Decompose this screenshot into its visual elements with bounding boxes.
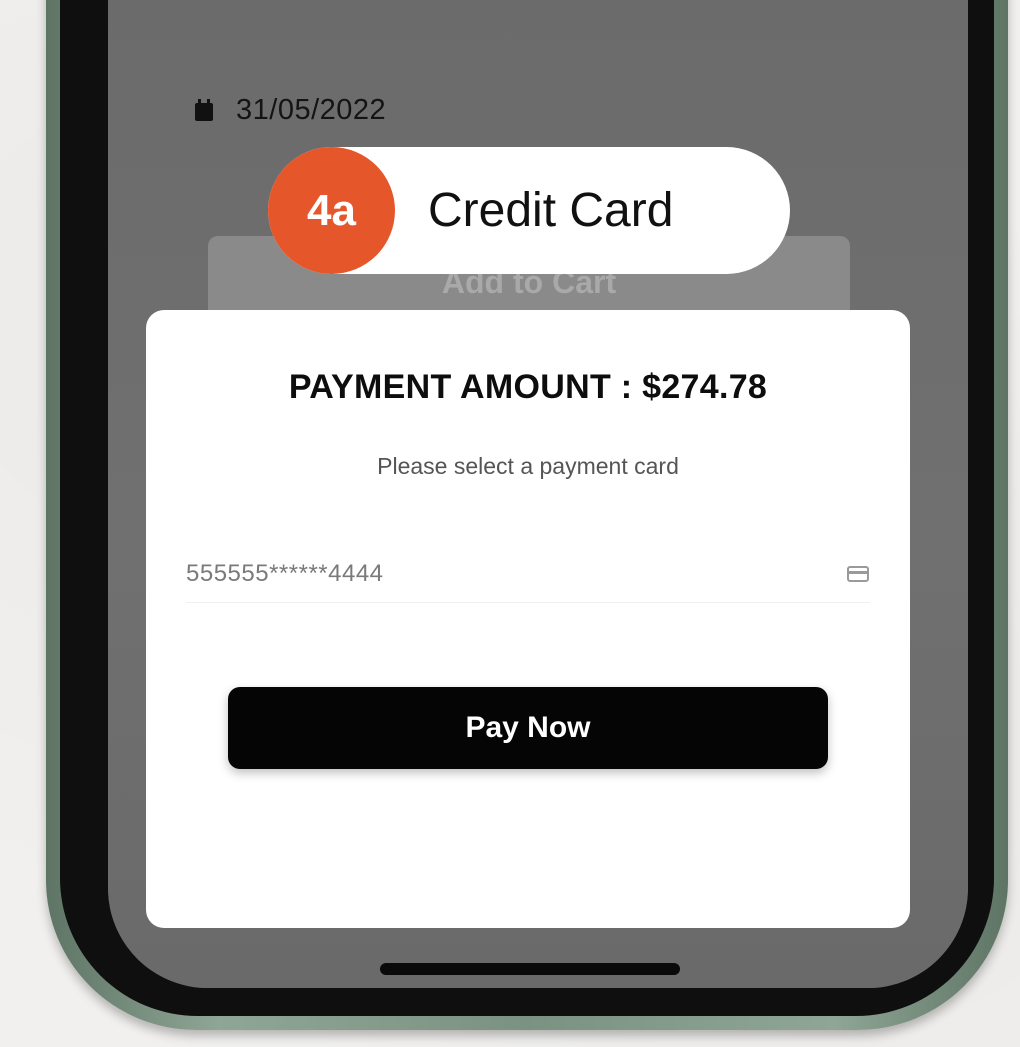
step-label: Credit Card bbox=[428, 184, 674, 237]
calendar-icon bbox=[195, 99, 213, 121]
payment-card-option[interactable]: 555555******4444 bbox=[186, 546, 870, 603]
pay-now-button[interactable]: Pay Now bbox=[228, 687, 828, 769]
date-row: 31/05/2022 bbox=[194, 90, 386, 130]
credit-card-icon bbox=[847, 566, 869, 582]
step-number: 4a bbox=[268, 147, 395, 274]
card-number: 555555******4444 bbox=[186, 560, 384, 587]
payment-subtitle: Please select a payment card bbox=[377, 453, 679, 479]
payment-sheet: PAYMENT AMOUNT : $274.78 Please select a… bbox=[146, 310, 910, 928]
date-value: 31/05/2022 bbox=[236, 93, 387, 126]
home-indicator bbox=[380, 963, 680, 975]
step-badge: 4a Credit Card bbox=[268, 147, 790, 274]
payment-amount-title: PAYMENT AMOUNT : $274.78 bbox=[288, 368, 768, 406]
